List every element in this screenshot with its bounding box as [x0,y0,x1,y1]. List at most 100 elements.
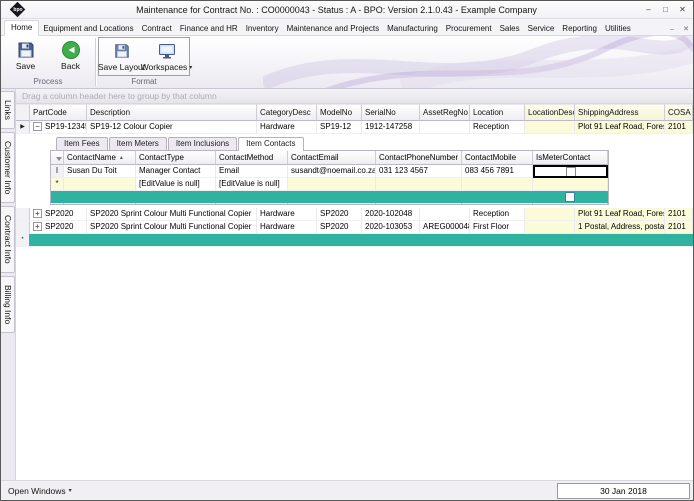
cell-assetregno[interactable] [420,121,470,133]
cell-ismetercontact[interactable] [533,178,608,191]
column-header-description[interactable]: Description [87,104,257,121]
column-header-serialno[interactable]: SerialNo [362,104,420,121]
ribbon-tab-manufacturing[interactable]: Manufacturing [383,21,442,35]
ribbon-tab-inventory[interactable]: Inventory [242,21,283,35]
tab-item-meters[interactable]: Item Meters [109,137,167,150]
cell-description[interactable]: SP2020 Sprint Colour Multi Functional Co… [87,221,257,233]
save-button[interactable]: Save [3,37,48,76]
sidebar-tab-links[interactable]: Links [1,91,15,129]
sidebar-tab-customer-info[interactable]: Customer Info [1,132,15,203]
open-windows-button[interactable]: Open Windows ▾ [4,484,76,498]
cell-locationdesc[interactable] [525,221,575,233]
collapse-icon[interactable]: − [33,122,42,131]
grid-new-row-selected[interactable]: * [16,234,693,247]
column-header-contactname[interactable]: ContactName▲ [64,151,136,165]
date-picker[interactable]: 30 Jan 2018 [557,483,690,499]
cell-partcode[interactable]: −SP19-123456 [30,121,87,133]
cell-description[interactable]: SP19-12 Colour Copier [87,121,257,133]
sidebar-tab-contract-info[interactable]: Contract Info [1,206,15,273]
ribbon-tab-utilities[interactable]: Utilities [601,21,635,35]
table-row-sp19[interactable]: ▶ −SP19-123456 SP19-12 Colour Copier Har… [16,121,693,134]
cell-contacttype[interactable]: [EditValue is null] [136,178,216,191]
cell-contactphonenumber[interactable] [376,178,462,191]
column-header-contactemail[interactable]: ContactEmail [288,151,376,165]
column-header-contactmethod[interactable]: ContactMethod [216,151,288,165]
ribbon-tab-finance-and-hr[interactable]: Finance and HR [176,21,242,35]
minimize-icon[interactable]: – [640,3,657,17]
column-header-contactphonenumber[interactable]: ContactPhoneNumber [376,151,462,165]
cell-shippingaddress[interactable]: Plot 91 Leaf Road, Forest Hills, [575,208,665,220]
cell-contactname[interactable] [64,178,136,191]
column-header-assetregno[interactable]: AssetRegNo [420,104,470,121]
cell-assetregno[interactable]: AREG000048 [420,221,470,233]
sidebar-tab-billing-info[interactable]: Billing Info [1,276,15,333]
cell-locationdesc[interactable] [525,208,575,220]
expand-icon[interactable]: + [33,222,42,231]
cell-modelno[interactable]: SP2020 [317,221,362,233]
detail-selected-row[interactable] [51,191,608,204]
cell-categorydesc[interactable]: Hardware [257,121,317,133]
cell-contactname[interactable]: Susan Du Toit [64,165,136,178]
cell-description[interactable]: SP2020 Sprint Colour Multi Functional Co… [87,208,257,220]
cell-shippingaddress[interactable]: Plot 91 Leaf Road, Forest Hills, [575,121,665,133]
ismetercontact-checkbox[interactable] [566,167,576,177]
cell-ismetercontact-focused[interactable] [533,165,608,178]
cell-categorydesc[interactable]: Hardware [257,208,317,220]
ribbon-tab-home[interactable]: Home [4,20,39,36]
column-header-categorydesc[interactable]: CategoryDesc [257,104,317,121]
detail-new-row[interactable]: * [EditValue is null] [EditValue is null… [51,178,608,191]
column-header-shippingaddress[interactable]: ShippingAddress [575,104,665,121]
column-header-ismetercontact[interactable]: IsMeterContact [533,151,608,165]
cell-partcode[interactable]: +SP2020 [30,221,87,233]
tab-item-fees[interactable]: Item Fees [56,137,108,150]
cell-contactphonenumber[interactable]: 031 123 4567 [376,165,462,178]
back-button[interactable]: Back [48,37,93,76]
ribbon-tab-reporting[interactable]: Reporting [558,21,601,35]
cell-contactmethod[interactable]: Email [216,165,288,178]
cell-serialno[interactable]: 1912-147258 [362,121,420,133]
cell-modelno[interactable]: SP2020 [317,208,362,220]
cell-serialno[interactable]: 2020-103053 [362,221,420,233]
cell-serialno[interactable]: 2020-102048 [362,208,420,220]
column-header-partcode[interactable]: PartCode [30,104,87,121]
cell-contactmobile[interactable] [462,178,533,191]
close-icon[interactable]: ✕ [674,3,691,17]
child-minimize-icon[interactable]: – [665,26,679,33]
filter-icon[interactable] [56,157,62,161]
maximize-icon[interactable]: □ [657,3,674,17]
column-header-locationdesc[interactable]: LocationDesc [525,104,575,121]
column-header-modelno[interactable]: ModelNo [317,104,362,121]
ismetercontact-checkbox[interactable] [565,192,575,202]
column-header-location[interactable]: Location [470,104,525,121]
cell-partcode[interactable]: +SP2020 [30,208,87,220]
ribbon-tab-service[interactable]: Service [524,21,559,35]
column-header-contacttype[interactable]: ContactType [136,151,216,165]
table-row-sp2020-a[interactable]: +SP2020 SP2020 Sprint Colour Multi Funct… [16,208,693,221]
table-row-sp2020-b[interactable]: +SP2020 SP2020 Sprint Colour Multi Funct… [16,221,693,234]
cell-cosa[interactable]: 2101 [665,208,693,220]
child-close-icon[interactable]: ✕ [679,25,693,33]
save-layout-button[interactable]: Save Layout [99,38,144,75]
detail-row-susan-du-toit[interactable]: I Susan Du Toit Manager Contact Email su… [51,165,608,178]
cell-cosa[interactable]: 2101 [665,221,693,233]
cell-locationdesc[interactable] [525,121,575,133]
column-header-cosa[interactable]: COSA [665,104,693,121]
cell-contactemail[interactable] [288,178,376,191]
ribbon-tab-procurement[interactable]: Procurement [442,21,496,35]
cell-contactmethod[interactable]: [EditValue is null] [216,178,288,191]
cell-location[interactable]: Reception [470,121,525,133]
tab-item-contacts[interactable]: Item Contacts [238,137,303,151]
expand-icon[interactable]: + [33,209,42,218]
ribbon-tab-sales[interactable]: Sales [496,21,524,35]
cell-location[interactable]: First Floor [470,221,525,233]
cell-assetregno[interactable] [420,208,470,220]
cell-location[interactable]: Reception [470,208,525,220]
cell-modelno[interactable]: SP19-12 [317,121,362,133]
cell-contactmobile[interactable]: 083 456 7891 [462,165,533,178]
cell-cosa[interactable]: 2101 [665,121,693,133]
workspaces-button[interactable]: Workspaces ▾ [144,38,189,75]
cell-contacttype[interactable]: Manager Contact [136,165,216,178]
cell-contactemail[interactable]: susandt@noemail.co.za [288,165,376,178]
cell-categorydesc[interactable]: Hardware [257,221,317,233]
tab-item-inclusions[interactable]: Item Inclusions [168,137,237,150]
